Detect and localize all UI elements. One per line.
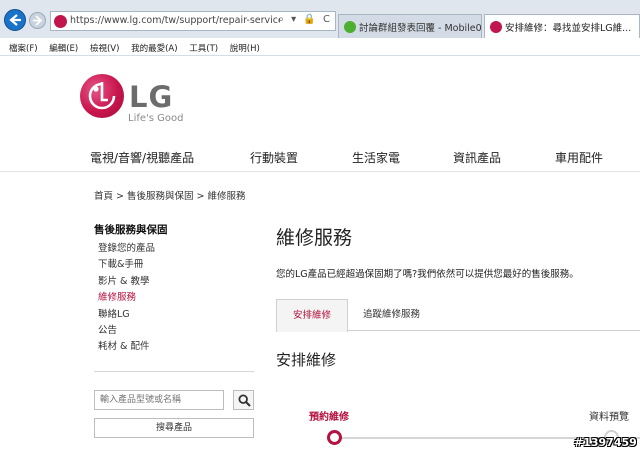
service-tabs: 安排維修 追蹤維修服務 — [276, 299, 640, 332]
breadcrumb[interactable]: 首頁 > 售後服務與保固 > 維修服務 — [94, 188, 246, 202]
tagline: Life's Good — [128, 113, 184, 124]
page-title: 維修服務 — [276, 227, 353, 249]
mobile01-favicon-icon — [344, 21, 356, 33]
browser-tab-title: 討論群組發表回覆 - Mobile01 — [359, 23, 482, 34]
forward-arrow-icon — [33, 15, 43, 26]
sidebar-item-register[interactable]: 登錄您的產品 — [98, 241, 155, 257]
search-products-button[interactable]: 搜尋產品 — [94, 418, 254, 438]
nav-mobile[interactable]: 行動裝置 — [250, 149, 298, 166]
browser-menu-bar: 檔案(F) 編輯(E) 檢視(V) 我的最愛(A) 工具(T) 說明(H) — [0, 38, 640, 56]
sidebar-item-downloads[interactable]: 下載&手冊 — [98, 257, 155, 273]
back-arrow-icon — [9, 14, 21, 26]
menu-favorites[interactable]: 我的最愛(A) — [131, 42, 177, 54]
address-url: https://www.lg.com/tw/support/repair-ser… — [70, 15, 280, 26]
menu-view[interactable]: 檢視(V) — [90, 42, 119, 54]
menu-help[interactable]: 說明(H) — [230, 42, 260, 54]
nav-appliances[interactable]: 生活家電 — [352, 149, 400, 166]
browser-toolbar: https://www.lg.com/tw/support/repair-ser… — [0, 0, 640, 38]
sidebar-menu: 登錄您的產品 下載&手冊 影片 & 教學 維修服務 聯絡LG 公告 耗材 & 配… — [98, 241, 155, 356]
menu-edit[interactable]: 編輯(E) — [49, 42, 78, 54]
watermark-id: #1397459 — [574, 436, 637, 449]
section-title: 安排維修 — [276, 351, 337, 369]
sidebar-item-videos[interactable]: 影片 & 教學 — [98, 274, 155, 290]
step-indicator-active — [327, 430, 342, 445]
sidebar-title: 售後服務與保固 — [94, 224, 168, 236]
address-bar-icons[interactable]: ⌕ ▾ 🔒 C — [278, 14, 332, 25]
back-button[interactable] — [4, 9, 26, 31]
forward-button[interactable] — [29, 12, 46, 29]
sidebar-item-notices[interactable]: 公告 — [98, 323, 155, 339]
browser-tab-title: 安排維修：尋找並安排LG維... — [505, 23, 632, 34]
step-label-book: 預約維修 — [309, 412, 349, 423]
step-label-preview: 資料預覽 — [589, 412, 629, 423]
address-bar[interactable]: https://www.lg.com/tw/support/repair-ser… — [50, 11, 336, 31]
sidebar-item-accessories[interactable]: 耗材 & 配件 — [98, 339, 155, 355]
nav-car-accessories[interactable]: 車用配件 — [555, 149, 603, 166]
menu-file[interactable]: 檔案(F) — [9, 42, 38, 54]
browser-tab-mobile01[interactable]: 討論群組發表回覆 - Mobile01 — [338, 14, 482, 38]
sidebar-item-contact[interactable]: 聯絡LG — [98, 307, 155, 323]
tab-schedule-repair[interactable]: 安排維修 — [276, 299, 348, 332]
sidebar-divider — [94, 371, 254, 372]
lg-logo-icon[interactable] — [80, 74, 124, 118]
product-search-input[interactable] — [94, 390, 224, 410]
menu-tools[interactable]: 工具(T) — [189, 42, 218, 54]
search-icon — [238, 394, 251, 407]
search-button[interactable] — [233, 390, 254, 410]
lg-favicon-icon — [490, 21, 502, 33]
nav-tv-audio[interactable]: 電視/音響/視聽產品 — [90, 149, 194, 166]
lg-favicon-icon — [54, 15, 67, 28]
browser-tab-lg-repair[interactable]: 安排維修：尋找並安排LG維... — [484, 14, 640, 38]
main-navigation: 電視/音響/視聽產品 行動裝置 生活家電 資訊產品 車用配件 — [0, 142, 640, 172]
intro-text: 您的LG產品已經超過保固期了嗎?我們依然可以提供您最好的售後服務。 — [276, 269, 579, 280]
lg-logo-text[interactable]: LG — [129, 80, 173, 114]
tab-track-repair[interactable]: 追蹤維修服務 — [363, 299, 420, 331]
sidebar-item-repair[interactable]: 維修服務 — [98, 290, 155, 306]
nav-it-products[interactable]: 資訊產品 — [453, 149, 501, 166]
